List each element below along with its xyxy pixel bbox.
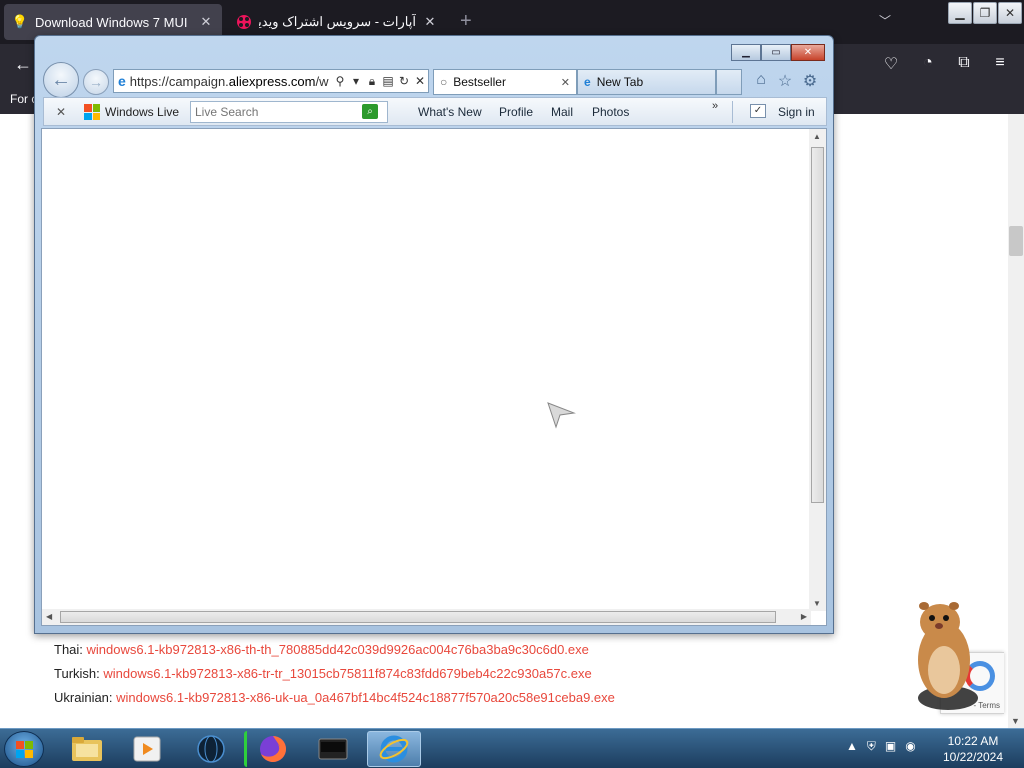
language-label: Turkish:	[54, 666, 100, 681]
ie-horizontal-scrollbar[interactable]: ◀ ▶	[42, 609, 811, 625]
ie-page-icon: e	[584, 75, 591, 89]
scroll-up-arrow-icon[interactable]: ▲	[813, 132, 821, 141]
clock[interactable]: 10:22 AM 10/22/2024	[935, 733, 1011, 765]
clock-time: 10:22 AM	[947, 734, 999, 748]
separator	[732, 101, 733, 123]
internet-explorer-window: ▁ ▭ ✕ ← → e https://campaign.aliexpress.…	[34, 35, 834, 634]
stop-icon[interactable]: ✕	[412, 74, 428, 88]
scroll-right-arrow-icon[interactable]: ▶	[801, 612, 807, 621]
ie-back-icon[interactable]: ←	[43, 62, 79, 98]
scrollbar-thumb[interactable]	[60, 611, 776, 623]
tab-list-chevron-icon[interactable]: ﹀	[879, 12, 891, 29]
live-search-input[interactable]	[190, 101, 388, 123]
ie-vertical-scrollbar[interactable]: ▲ ▼	[809, 129, 826, 611]
list-item: Ukrainian: windows6.1-kb972813-x86-uk-ua…	[54, 686, 615, 710]
scroll-down-arrow-icon[interactable]: ▼	[1011, 716, 1020, 726]
favorites-star-icon[interactable]: ☆	[775, 71, 795, 91]
ie-minimize-icon[interactable]: ▁	[731, 44, 761, 61]
close-tab-icon[interactable]: ✕	[422, 14, 438, 30]
show-hidden-icons-icon[interactable]: ▲	[846, 739, 858, 754]
ie-window-controls: ▁ ▭ ✕	[731, 44, 825, 61]
firefox-icon[interactable]	[244, 731, 298, 767]
ie-tab-title: Bestseller	[453, 75, 506, 89]
pocket-icon[interactable]: ♡	[879, 54, 903, 74]
ie-address-bar[interactable]: e https://campaign.aliexpress.com/w ⚲ ▾ …	[113, 69, 429, 93]
home-icon[interactable]: ⌂	[751, 71, 771, 89]
restore-icon[interactable]: ❐	[973, 2, 997, 24]
link-photos[interactable]: Photos	[592, 105, 629, 119]
search-go-icon[interactable]: ⌕	[362, 104, 378, 119]
explorer-folder-icon[interactable]	[60, 731, 114, 767]
more-chevron-icon[interactable]: »	[712, 100, 718, 112]
refresh-icon[interactable]: ↻	[396, 74, 412, 88]
ie-content-area[interactable]: ▲ ▼ ◀ ▶	[41, 128, 827, 626]
ie-close-icon[interactable]: ✕	[791, 44, 825, 61]
extensions-icon[interactable]: ⧉	[952, 54, 976, 72]
start-button-icon[interactable]	[4, 731, 44, 767]
ie-page-icon: e	[118, 73, 126, 89]
list-item: Turkish: windows6.1-kb972813-x86-tr-tr_1…	[54, 662, 615, 686]
download-link[interactable]: windows6.1-kb972813-x86-uk-ua_0a467bf14b…	[116, 690, 615, 705]
network-icon[interactable]: ▣	[885, 739, 896, 754]
security-icon[interactable]: ⛨	[867, 739, 876, 754]
tab-title: آپارات - سرویس اشتراک ویدیو	[259, 14, 416, 29]
hamster-mascot-icon	[918, 602, 978, 710]
back-arrow-icon[interactable]: ←	[14, 54, 32, 75]
compatibility-view-icon[interactable]: ▤	[380, 74, 396, 88]
close-toolbar-icon[interactable]: ✕	[56, 105, 66, 119]
scrollbar-thumb[interactable]	[811, 147, 824, 503]
link-mail[interactable]: Mail	[551, 105, 573, 119]
window-controls: ▁ ❐ ✕	[948, 2, 1022, 24]
ie-windows-live-toolbar: ✕ Windows Live ⌕ What's New Profile Mail…	[43, 97, 827, 126]
tools-gear-icon[interactable]: ⚙	[800, 71, 820, 91]
system-tray: ▲ ⛨ ▣ ◉	[846, 739, 916, 754]
lightbulb-icon: 💡	[11, 14, 29, 29]
lock-icon[interactable]: 🔒︎	[364, 74, 380, 89]
language-label: Ukrainian:	[54, 690, 113, 705]
download-link[interactable]: windows6.1-kb972813-x86-tr-tr_13015cb758…	[103, 666, 591, 681]
page-scrollbar[interactable]: ▼	[1008, 114, 1024, 728]
windows-live-button[interactable]: Windows Live	[84, 104, 179, 120]
windows-flag-icon	[84, 104, 100, 120]
aparat-icon	[236, 14, 252, 30]
windows-live-label: Windows Live	[105, 105, 180, 119]
download-links-list: Thai: windows6.1-kb972813-x86-th-th_7808…	[54, 638, 615, 710]
busy-cursor-icon	[547, 402, 576, 429]
loading-icon: ○	[440, 75, 448, 89]
language-label: Thai:	[54, 642, 83, 657]
ie-tab-new-tab[interactable]: e New Tab	[577, 69, 716, 95]
ie-tab-bestseller[interactable]: ○ Bestseller ✕	[433, 69, 577, 95]
dropdown-arrow-icon[interactable]: ▾	[348, 74, 364, 88]
globe-app-icon[interactable]	[184, 731, 238, 767]
close-tab-icon[interactable]: ✕	[561, 76, 570, 89]
scroll-left-arrow-icon[interactable]: ◀	[46, 612, 52, 621]
ie-maximize-icon[interactable]: ▭	[761, 44, 791, 61]
ie-forward-icon[interactable]: →	[83, 69, 109, 95]
close-tab-icon[interactable]: ✕	[198, 14, 214, 30]
internet-explorer-icon[interactable]	[367, 731, 421, 767]
link-whats-new[interactable]: What's New	[418, 105, 482, 119]
volume-icon[interactable]: ◉	[905, 739, 915, 754]
media-player-icon[interactable]	[120, 731, 174, 767]
ie-tab-title: New Tab	[596, 75, 644, 89]
sign-in-link[interactable]: Sign in	[778, 105, 815, 119]
list-item: Thai: windows6.1-kb972813-x86-th-th_7808…	[54, 638, 615, 662]
checkbox-icon[interactable]: ✓	[750, 104, 766, 118]
address-url[interactable]: https://campaign.aliexpress.com/w	[130, 74, 332, 89]
scroll-down-arrow-icon[interactable]: ▼	[813, 599, 821, 608]
link-profile[interactable]: Profile	[499, 105, 533, 119]
new-tab-icon[interactable]: +	[460, 10, 472, 33]
scrollbar-thumb[interactable]	[1009, 226, 1023, 256]
account-icon[interactable]: ◔	[916, 54, 940, 72]
ie-new-tab-button[interactable]	[716, 69, 742, 95]
terminal-app-icon[interactable]	[306, 731, 360, 767]
windows-taskbar: ▲ ⛨ ▣ ◉ 10:22 AM 10/22/2024	[0, 728, 1024, 768]
download-link[interactable]: windows6.1-kb972813-x86-th-th_780885dd42…	[87, 642, 589, 657]
tab-title: Download Windows 7 MUI Lan	[35, 14, 192, 30]
close-icon[interactable]: ✕	[998, 2, 1022, 24]
clock-date: 10/22/2024	[942, 750, 1004, 764]
menu-icon[interactable]: ≡	[988, 54, 1012, 72]
minimize-icon[interactable]: ▁	[948, 2, 972, 24]
search-icon[interactable]: ⚲	[332, 74, 348, 88]
